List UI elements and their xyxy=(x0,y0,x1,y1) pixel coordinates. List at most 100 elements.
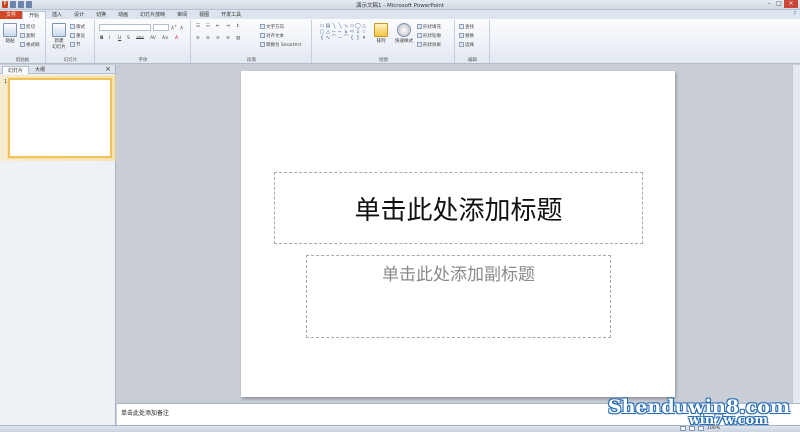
justify-icon[interactable]: ≡ xyxy=(226,36,230,41)
select-icon xyxy=(459,42,464,47)
tab-view[interactable]: 视图 xyxy=(193,11,215,19)
notes-placeholder: 单击此处添加备注 xyxy=(121,410,170,417)
font-size-dropdown[interactable] xyxy=(153,24,169,31)
help-icon[interactable]: ? xyxy=(793,11,796,17)
slides-panel: 幻灯片 大纲 × 1 xyxy=(0,65,116,425)
reset-button[interactable]: 重设 xyxy=(70,33,85,39)
shape-fill-button[interactable]: 形状填充 xyxy=(417,24,441,30)
paste-button[interactable]: 粘贴 xyxy=(2,23,18,44)
copy-button[interactable]: 复制 xyxy=(20,33,35,39)
normal-view-icon[interactable] xyxy=(680,426,687,431)
brush-icon xyxy=(20,42,25,47)
maximize-button[interactable]: □ xyxy=(774,0,784,8)
format-painter-button[interactable]: 格式刷 xyxy=(20,42,40,48)
increase-indent-icon[interactable]: ⇥ xyxy=(226,24,230,29)
grow-font-icon[interactable]: A+ xyxy=(171,24,177,32)
tab-developer[interactable]: 开发工具 xyxy=(215,11,247,19)
tab-insert[interactable]: 插入 xyxy=(46,11,68,19)
new-slide-button[interactable]: 新建 幻灯片 xyxy=(50,23,68,50)
find-icon xyxy=(459,24,464,29)
text-direction-icon xyxy=(260,24,265,29)
shape-effects-button[interactable]: 形状效果 xyxy=(417,42,441,48)
layout-icon xyxy=(70,24,75,29)
title-bar: P 演示文稿1 - Microsoft PowerPoint – □ × xyxy=(0,0,800,10)
slide-editing-area: 单击此处添加标题 单击此处添加副标题 xyxy=(117,65,800,403)
shape-outline-button[interactable]: 形状轮廓 xyxy=(417,33,441,39)
clipboard-group-label: 剪贴板 xyxy=(15,58,30,63)
char-spacing-icon[interactable]: AV xyxy=(150,36,156,41)
convert-smartart-button[interactable]: 转换为 SmartArt xyxy=(260,42,301,48)
shadow-icon[interactable]: S xyxy=(127,36,130,41)
text-direction-button[interactable]: 文字方向 xyxy=(260,24,284,30)
clipboard-group: 粘贴 剪切 复制 格式刷 剪贴板 xyxy=(0,20,46,63)
slide-canvas[interactable]: 单击此处添加标题 单击此处添加副标题 xyxy=(241,71,675,397)
bold-icon[interactable]: B xyxy=(100,36,103,41)
window-title: 演示文稿1 - Microsoft PowerPoint xyxy=(355,3,445,9)
strikethrough-icon[interactable]: abc xyxy=(136,36,144,41)
align-left-icon[interactable]: ≡ xyxy=(196,36,200,41)
drawing-group-label: 绘图 xyxy=(379,58,388,63)
close-button[interactable]: × xyxy=(784,0,798,8)
layout-button[interactable]: 版式 xyxy=(70,24,85,30)
cut-button[interactable]: 剪切 xyxy=(20,24,35,30)
vertical-scrollbar[interactable] xyxy=(792,65,800,403)
reset-icon xyxy=(70,33,75,38)
scissors-icon xyxy=(20,24,25,29)
tab-outline[interactable]: 大纲 xyxy=(30,66,50,74)
new-slide-icon xyxy=(52,23,66,37)
font-color-icon[interactable]: A xyxy=(175,36,178,41)
slide-thumbnail[interactable] xyxy=(8,78,112,158)
arrange-button[interactable]: 排列 xyxy=(373,23,389,44)
tab-design[interactable]: 设计 xyxy=(68,11,90,19)
shrink-font-icon[interactable]: A- xyxy=(180,24,184,32)
line-spacing-icon[interactable]: ↕ xyxy=(236,24,240,29)
smartart-icon xyxy=(260,42,265,47)
tab-review[interactable]: 审阅 xyxy=(171,11,193,19)
font-group: A+ A- B I U S abc AV Aa A 字体 xyxy=(96,20,191,63)
change-case-icon[interactable]: Aa xyxy=(162,36,168,41)
numbering-icon[interactable]: ☷ xyxy=(206,24,210,29)
more-shapes-icon[interactable]: ▾ xyxy=(361,35,367,41)
find-button[interactable]: 查找 xyxy=(459,24,474,30)
panel-tabs: 幻灯片 大纲 × xyxy=(0,65,115,74)
ribbon-tabs: 文件 开始 插入 设计 切换 动画 幻灯片放映 审阅 视图 开发工具 ? xyxy=(0,10,800,19)
quick-styles-button[interactable]: 快速样式 xyxy=(393,23,415,44)
replace-button[interactable]: 替换 xyxy=(459,33,474,39)
title-placeholder[interactable]: 单击此处添加标题 xyxy=(274,172,643,244)
paragraph-group-label: 段落 xyxy=(247,58,256,63)
ribbon: 粘贴 剪切 复制 格式刷 剪贴板 新建 幻灯片 版式 重设 节 幻灯片 A+ A… xyxy=(0,19,800,64)
tab-slideshow[interactable]: 幻灯片放映 xyxy=(134,11,171,19)
drawing-group: ▭ ▤ ╲ ╲ ↘ ▭ ◯ △ ▢ △ ⌐ ⌐ ↳ ⇨ ⇩ ☆ {∿ ⌒ ∽ ⌒{} ▾ 排列 快速样式 形状填充 … xyxy=(313,20,455,63)
editing-group-label: 编辑 xyxy=(468,58,477,63)
close-panel-icon[interactable]: × xyxy=(105,65,111,73)
tab-home[interactable]: 开始 xyxy=(22,11,47,19)
decrease-indent-icon[interactable]: ⇤ xyxy=(216,24,220,29)
editing-group: 查找 替换 选择 编辑 xyxy=(456,20,490,63)
font-group-label: 字体 xyxy=(138,58,148,63)
select-button[interactable]: 选择 xyxy=(459,42,474,48)
align-text-button[interactable]: 对齐文本 xyxy=(260,33,284,39)
tab-file[interactable]: 文件 xyxy=(0,11,23,19)
section-button[interactable]: 节 xyxy=(70,42,81,48)
underline-icon[interactable]: U xyxy=(118,36,121,41)
title-placeholder-text: 单击此处添加标题 xyxy=(354,195,563,226)
quick-styles-icon xyxy=(397,23,411,37)
align-center-icon[interactable]: ≡ xyxy=(206,36,210,41)
paste-icon xyxy=(3,23,17,37)
outline-icon xyxy=(417,33,422,38)
replace-icon xyxy=(459,33,464,38)
tab-animations[interactable]: 动画 xyxy=(112,11,134,19)
tab-transitions[interactable]: 切换 xyxy=(90,11,112,19)
bullets-icon[interactable]: ☰ xyxy=(196,24,200,29)
columns-icon[interactable]: ▥ xyxy=(236,36,240,41)
italic-icon[interactable]: I xyxy=(109,36,110,41)
align-right-icon[interactable]: ≡ xyxy=(216,36,220,41)
subtitle-placeholder[interactable]: 单击此处添加副标题 xyxy=(306,255,611,338)
shapes-gallery[interactable]: ▭ ▤ ╲ ╲ ↘ ▭ ◯ △ ▢ △ ⌐ ⌐ ↳ ⇨ ⇩ ☆ {∿ ⌒ ∽ ⌒{} ▾ xyxy=(319,23,367,47)
slides-group: 新建 幻灯片 版式 重设 节 幻灯片 xyxy=(47,20,95,63)
minimize-button[interactable]: – xyxy=(764,0,774,8)
section-icon xyxy=(70,42,75,47)
tab-slides[interactable]: 幻灯片 xyxy=(2,66,30,74)
font-name-dropdown[interactable] xyxy=(99,24,151,31)
copy-icon xyxy=(20,33,25,38)
